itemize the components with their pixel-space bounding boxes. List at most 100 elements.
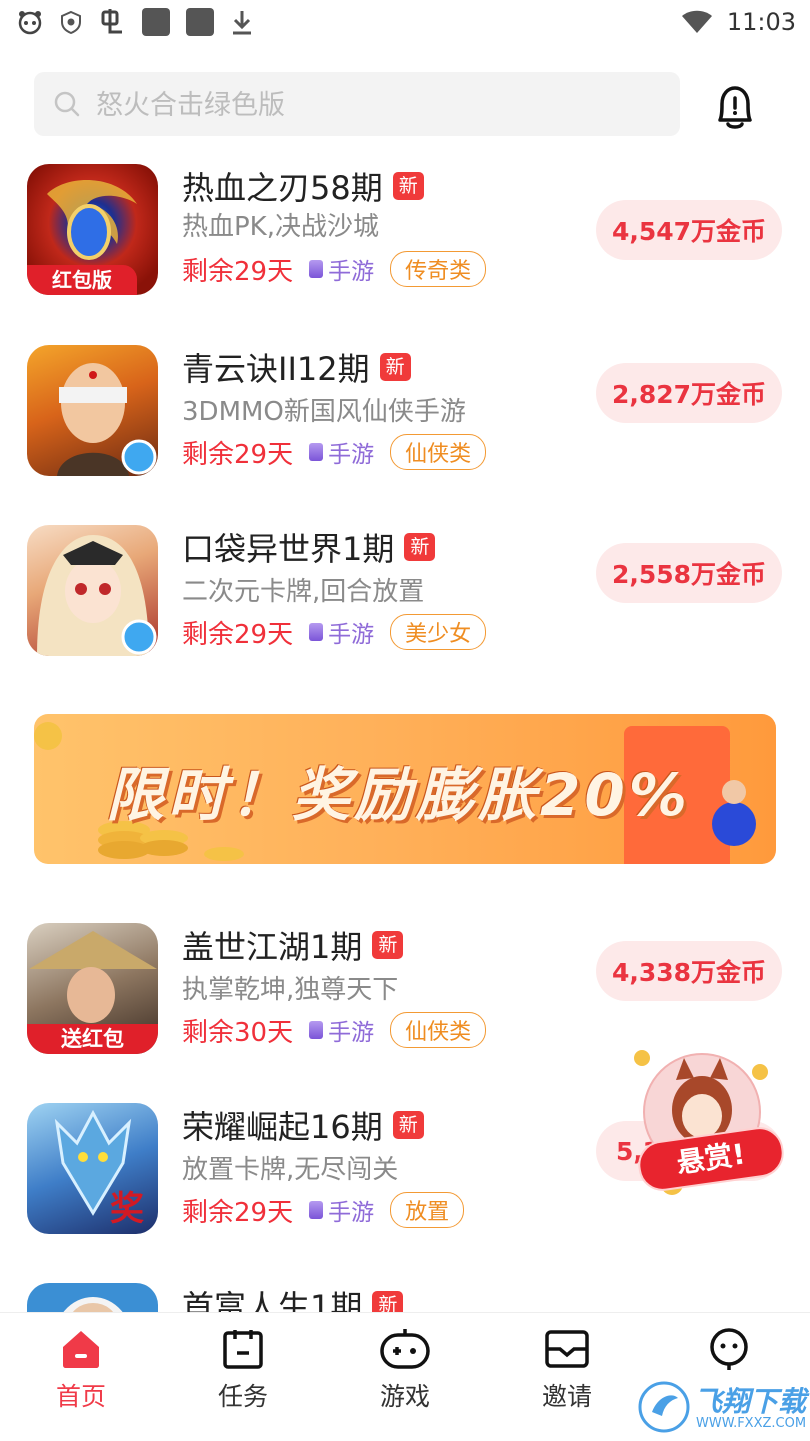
game-meta: 剩余29天 手游 美少女 <box>182 613 487 651</box>
search-bar[interactable] <box>34 72 680 138</box>
game-thumbnail: 红包版 <box>27 164 158 295</box>
phone-icon <box>309 443 324 461</box>
days-left: 剩余29天 <box>182 1197 294 1228</box>
game-meta: 剩余29天 手游 放置 <box>182 1191 465 1229</box>
watermark: 飞翔下载 WWW.FXXZ.COM <box>638 1378 808 1436</box>
game-title: 首富人生1期 <box>182 1288 363 1312</box>
watermark-url: WWW.FXXZ.COM <box>696 1416 807 1431</box>
new-badge: 新 <box>392 172 424 200</box>
game-thumbnail: 奖 <box>27 1103 158 1234</box>
game-subtitle: 执掌乾坤,独尊天下 <box>182 975 399 1005</box>
new-badge: 新 <box>372 931 404 959</box>
promo-banner[interactable]: 限时！奖励膨胀20% <box>34 714 776 864</box>
platform-label: 手游 <box>328 1020 375 1046</box>
game-title: 青云诀II12期 <box>182 350 370 388</box>
phone-icon <box>309 1201 324 1219</box>
status-icons-left <box>16 6 254 38</box>
reward-button[interactable]: 2,558万金币 <box>596 543 782 603</box>
new-badge: 新 <box>392 1111 424 1139</box>
days-left: 剩余29天 <box>182 619 294 650</box>
watermark-text: 飞翔下载 <box>694 1385 807 1418</box>
platform-label: 手游 <box>328 442 375 468</box>
game-thumbnail <box>27 1283 158 1312</box>
reward-button[interactable]: 4,547万金币 <box>596 200 782 260</box>
platform-tag: 手游 <box>309 615 374 649</box>
notification-face-icon <box>18 11 42 35</box>
genre-tag: 仙侠类 <box>390 1012 487 1048</box>
reward-button[interactable]: 2,827万金币 <box>596 363 782 423</box>
app-square-icon <box>186 8 214 36</box>
platform-label: 手游 <box>328 622 375 648</box>
game-title: 盖世江湖1期 <box>182 928 363 966</box>
nav-label: 邀请 <box>541 1382 592 1411</box>
download-icon <box>233 11 251 35</box>
game-title: 荣耀崛起16期 <box>182 1108 383 1146</box>
genre-tag: 传奇类 <box>390 251 487 287</box>
gamepad-icon <box>380 1329 430 1369</box>
nav-label: 任务 <box>217 1382 268 1411</box>
nav-home[interactable]: 首页 <box>31 1327 131 1437</box>
game-title: 口袋异世界1期 <box>182 530 395 568</box>
status-time: 11:03 <box>726 8 796 36</box>
game-item[interactable]: 红包版 热血之刃58期 新 热血PK,决战沙城 剩余29天 手游 传奇类 4,5… <box>0 164 810 330</box>
thumb-label: 奖 <box>110 1189 144 1229</box>
game-thumbnail <box>27 525 158 656</box>
game-thumbnail <box>27 345 158 476</box>
banner-text: 限时！奖励膨胀20% <box>106 761 691 829</box>
new-badge: 新 <box>372 1291 404 1312</box>
days-left: 剩余30天 <box>182 1017 294 1048</box>
game-item[interactable]: 口袋异世界1期 新 二次元卡牌,回合放置 剩余29天 手游 美少女 2,558万… <box>0 525 810 675</box>
nav-game[interactable]: 游戏 <box>355 1327 455 1437</box>
status-icons-right: 11:03 <box>681 6 796 38</box>
platform-tag: 手游 <box>309 252 374 286</box>
genre-tag: 放置 <box>390 1192 465 1228</box>
reward-button[interactable]: 4,338万金币 <box>596 941 782 1001</box>
tycoon-art <box>63 1297 123 1312</box>
phone-icon <box>309 260 324 278</box>
game-thumbnail: 送红包 <box>27 923 158 1054</box>
nav-label: 游戏 <box>379 1382 430 1411</box>
game-subtitle: 热血PK,决战沙城 <box>182 212 379 242</box>
phone-icon <box>309 1021 324 1039</box>
game-meta: 剩余30天 手游 仙侠类 <box>182 1011 487 1049</box>
game-meta: 剩余29天 手游 仙侠类 <box>182 433 487 471</box>
platform-tag: 手游 <box>309 1013 374 1047</box>
game-subtitle: 3DMMO新国风仙侠手游 <box>182 397 466 427</box>
game-item[interactable]: 青云诀II12期 新 3DMMO新国风仙侠手游 剩余29天 手游 仙侠类 2,8… <box>0 345 810 495</box>
app-square-icon <box>142 8 170 36</box>
game-meta: 剩余29天 手游 传奇类 <box>182 250 487 288</box>
floating-reward-button[interactable]: 悬赏! <box>632 1050 787 1198</box>
game-subtitle: 二次元卡牌,回合放置 <box>182 577 425 607</box>
bell-icon[interactable] <box>712 80 758 132</box>
platform-label: 手游 <box>328 1200 375 1226</box>
nav-invite[interactable]: 邀请 <box>517 1327 617 1437</box>
bug-app-icon <box>101 9 122 34</box>
platform-tag: 手游 <box>309 1193 374 1227</box>
search-input[interactable] <box>94 72 658 138</box>
days-left: 剩余29天 <box>182 439 294 470</box>
game-subtitle: 放置卡牌,无尽闯关 <box>182 1155 399 1185</box>
genre-tag: 美少女 <box>390 614 487 650</box>
home-icon <box>63 1331 99 1368</box>
platform-tag: 手游 <box>309 435 374 469</box>
platform-label: 手游 <box>328 259 375 285</box>
task-board-icon <box>223 1330 263 1369</box>
thumb-label: 红包版 <box>27 265 137 295</box>
shield-icon <box>61 10 81 34</box>
nav-task[interactable]: 任务 <box>193 1327 293 1437</box>
phone-icon <box>309 623 324 641</box>
game-title: 热血之刃58期 <box>182 169 383 207</box>
anime-girl-art <box>37 535 157 656</box>
days-left: 剩余29天 <box>182 256 294 287</box>
status-bar: 11:03 <box>0 0 810 44</box>
wifi-icon <box>681 10 712 33</box>
genre-tag: 仙侠类 <box>390 434 487 470</box>
warrior-art <box>57 363 157 476</box>
search-icon <box>54 91 80 117</box>
game-item[interactable]: 首富人生1期 新 <box>0 1283 810 1312</box>
profile-face-icon <box>710 1328 748 1370</box>
thumb-label: 送红包 <box>27 1024 158 1054</box>
new-badge: 新 <box>379 353 411 381</box>
invite-envelope-icon <box>545 1330 589 1368</box>
new-badge: 新 <box>404 533 436 561</box>
